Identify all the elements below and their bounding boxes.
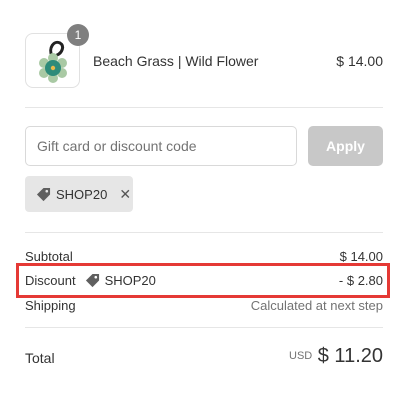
discount-row: Discount SHOP20 - $ 2.80 — [25, 273, 383, 288]
apply-button[interactable]: Apply — [308, 126, 383, 166]
shipping-row: Shipping Calculated at next step — [25, 298, 383, 313]
applied-code-label: SHOP20 — [56, 186, 108, 202]
product-name: Beach Grass | Wild Flower — [93, 53, 259, 69]
discount-label-group: Discount SHOP20 — [25, 273, 156, 288]
tag-icon — [36, 187, 51, 201]
divider — [25, 232, 383, 233]
total-amount: $ 11.20 — [317, 345, 383, 367]
applied-discount-tag: SHOP20 ✕ — [25, 176, 133, 212]
shipping-label: Shipping — [25, 298, 76, 313]
subtotal-label: Subtotal — [25, 249, 73, 264]
tag-icon — [85, 273, 99, 288]
currency-code: USD — [289, 350, 313, 362]
product-price: $ 14.00 — [336, 53, 383, 69]
subtotal-value: $ 14.00 — [339, 249, 383, 264]
divider — [25, 327, 383, 328]
close-icon[interactable]: ✕ — [119, 187, 131, 201]
subtotal-row: Subtotal $ 14.00 — [25, 249, 383, 264]
divider — [25, 107, 383, 108]
total-label: Total — [25, 350, 55, 366]
discount-code: SHOP20 — [104, 273, 156, 288]
discount-value: - $ 2.80 — [338, 273, 383, 288]
quantity-badge: 1 — [67, 24, 89, 46]
discount-code-input[interactable] — [25, 126, 297, 166]
shipping-value: Calculated at next step — [250, 298, 383, 313]
discount-label: Discount — [25, 273, 76, 288]
